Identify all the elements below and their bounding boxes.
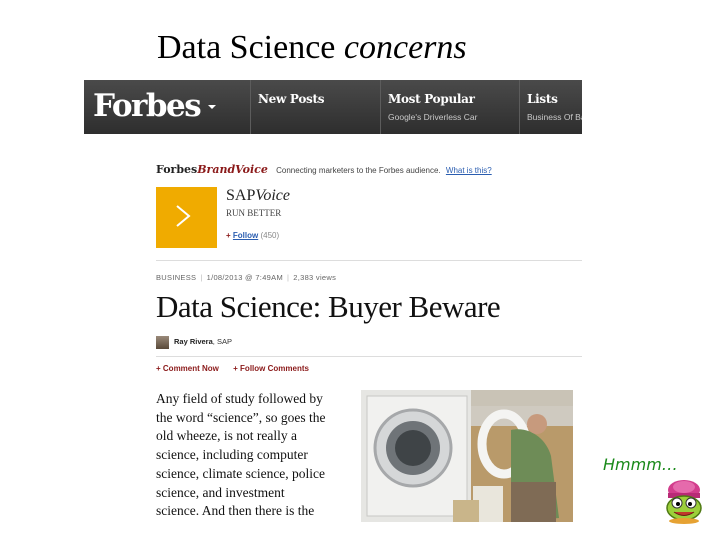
comment-now-link[interactable]: Comment Now (163, 364, 219, 373)
author-line: Ray Rivera, SAP (174, 337, 232, 346)
nav-most-popular[interactable]: Most Popular Google's Driverless Car (380, 80, 519, 134)
body-line: the word “science”, so goes the (156, 409, 326, 425)
body-line: old wheeze, is not really a (156, 428, 297, 444)
body-line: science. And then there is the (156, 503, 315, 519)
body-line: science, and investment (156, 484, 285, 500)
follow-sap[interactable]: + Follow (450) (226, 231, 279, 240)
body-line: Any field of study followed by (156, 391, 323, 406)
nav-label: Most Popular (388, 92, 475, 106)
slide-aside: Hmmm… (603, 455, 678, 474)
cartoon-mascot (666, 480, 702, 524)
article-section[interactable]: BUSINESS (156, 273, 196, 282)
sap-tagline: RUN BETTER (226, 208, 282, 218)
sap-name-italic: Voice (255, 187, 291, 204)
follow-plus: + (226, 231, 231, 240)
forbes-navbar: Forbes New Posts Most Popular Google's D… (84, 80, 582, 134)
body-line: science, including computer (156, 447, 308, 463)
author-org: , SAP (212, 337, 232, 346)
brandvoice-tagline: Connecting marketers to the Forbes audie… (276, 166, 441, 175)
article-meta: BUSINESS | 1/08/2013 @ 7:49AM | 2,383 views (156, 273, 337, 282)
follow-comments-link[interactable]: Follow Comments (240, 364, 309, 373)
sap-name-plain: SAP (226, 187, 256, 204)
caret-down-icon[interactable] (208, 105, 216, 109)
chevron-right-icon (176, 205, 191, 227)
nav-lists[interactable]: Lists Business Of Ba (519, 80, 582, 134)
what-is-this-link[interactable]: What is this? (446, 166, 492, 175)
article-body: Any field of study followed by the word … (156, 390, 356, 521)
nav-label: Lists (527, 92, 558, 106)
washing-machine-photo (361, 390, 573, 522)
brandvoice-bar: ForbesBrandVoice Connecting marketers to… (156, 163, 492, 176)
brandvoice-brand: BrandVoice (197, 163, 268, 176)
sap-voice-name[interactable]: SAPVoice (226, 187, 290, 205)
article-views: 2,383 views (293, 273, 337, 282)
article-date: 1/08/2013 @ 7:49AM (206, 273, 283, 282)
slide-title-plain: Data Science (157, 29, 344, 66)
nav-new-posts[interactable]: New Posts (250, 80, 380, 134)
article-headline: Data Science: Buyer Beware (156, 289, 501, 324)
divider (156, 260, 582, 261)
sap-logo-tile[interactable] (156, 187, 217, 248)
comment-plus: + (156, 364, 161, 373)
divider (156, 356, 582, 357)
follow-comments-plus: + (233, 364, 238, 373)
brandvoice-forbes: Forbes (156, 163, 198, 176)
forbes-screenshot: Forbes New Posts Most Popular Google's D… (84, 80, 582, 525)
body-line: science, climate science, police (156, 465, 326, 481)
nav-sub: Google's Driverless Car (388, 112, 478, 122)
follow-count: (450) (260, 231, 280, 240)
slide-title: Data Science concerns (157, 28, 467, 68)
author-name[interactable]: Ray Rivera (174, 337, 213, 346)
follow-button[interactable]: Follow (233, 231, 258, 240)
nav-label: New Posts (258, 92, 325, 106)
forbes-logo[interactable]: Forbes (93, 86, 202, 126)
author-avatar[interactable] (156, 336, 169, 349)
slide-title-italic: concerns (343, 29, 467, 66)
nav-sub: Business Of Ba (527, 112, 582, 122)
comment-actions: + Comment Now + Follow Comments (156, 364, 321, 373)
